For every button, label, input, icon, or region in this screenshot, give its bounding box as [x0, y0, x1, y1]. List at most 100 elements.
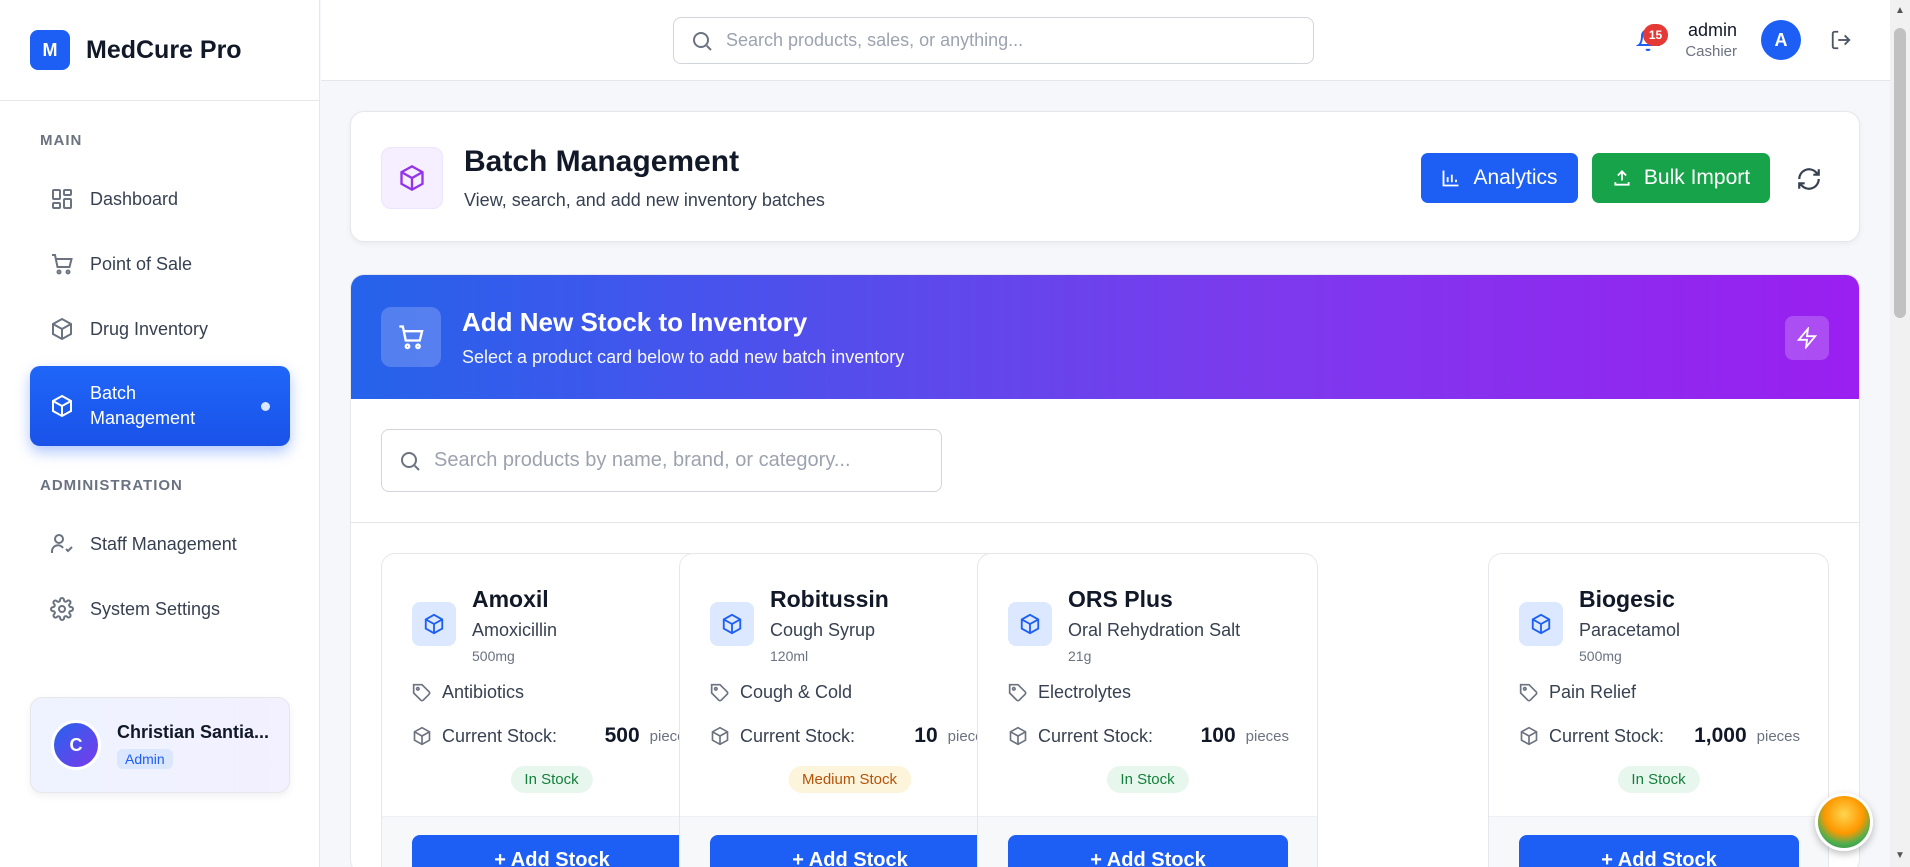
stock-unit: pieces: [1245, 727, 1289, 745]
card-footer: + Add Stock: [680, 816, 1019, 867]
product-card-robitussin[interactable]: Robitussin Cough Syrup 120ml Cough & Col…: [679, 553, 1020, 867]
current-stock-label: Current Stock:: [1549, 725, 1665, 746]
product-category-label: Cough & Cold: [740, 682, 853, 702]
top-user-name: admin: [1687, 20, 1737, 40]
sidebar-item-point-of-sale[interactable]: Point of Sale: [30, 234, 290, 294]
tag-icon: [710, 683, 729, 701]
bar-chart-icon: [1443, 170, 1459, 187]
status-badge: In Stock: [1106, 766, 1189, 793]
notification-badge: 15: [1643, 24, 1668, 46]
user-check-icon: [51, 534, 73, 553]
product-search-placeholder: Search products by name, brand, or categ…: [434, 449, 851, 471]
scrollbar[interactable]: ▲ ▼: [1890, 0, 1910, 867]
box-icon: [1519, 602, 1563, 646]
stock-value: 1,000: [1694, 724, 1747, 747]
search-icon: [401, 451, 420, 471]
product-name: ORS Plus: [1068, 586, 1173, 612]
scroll-down-arrow[interactable]: ▼: [1894, 851, 1906, 861]
product-generic: Oral Rehydration Salt: [1068, 620, 1241, 640]
analytics-label: Analytics: [1473, 166, 1558, 189]
analytics-button[interactable]: Analytics: [1421, 153, 1578, 203]
product-category: Antibiotics: [412, 682, 524, 703]
topbar: Search products, sales, or anything... 1…: [321, 0, 1890, 81]
product-card-biogesic[interactable]: Biogesic Paracetamol 500mg Pain Relief C…: [1488, 553, 1829, 867]
add-stock-banner: Add New Stock to Inventory Select a prod…: [351, 275, 1859, 399]
sidebar-item-label: Point of Sale: [90, 253, 193, 274]
box-icon: [52, 317, 72, 341]
product-category-label: Pain Relief: [1549, 682, 1637, 702]
bulk-import-button[interactable]: Bulk Import: [1592, 153, 1770, 203]
sidebar-user-card[interactable]: C Christian Santia... Admin: [30, 697, 290, 793]
status-badge: In Stock: [1617, 766, 1700, 793]
sidebar: M MedCure Pro MAIN Dashboard Point of Sa…: [0, 0, 320, 867]
global-search-input[interactable]: Search products, sales, or anything...: [673, 17, 1314, 64]
current-stock-label: Current Stock:: [442, 725, 558, 746]
sidebar-item-batch-management[interactable]: Batch Management: [30, 366, 290, 446]
product-strength: 500mg: [472, 648, 515, 664]
product-search-input[interactable]: Search products by name, brand, or categ…: [381, 429, 942, 492]
refresh-icon[interactable]: [1796, 166, 1822, 192]
product-name: Amoxil: [472, 586, 549, 612]
product-card-ors-plus[interactable]: ORS Plus Oral Rehydration Salt 21g Elect…: [977, 553, 1318, 867]
product-card-amoxil[interactable]: Amoxil Amoxicillin 500mg Antibiotics Cur…: [381, 553, 722, 867]
search-placeholder: Search products, sales, or anything...: [726, 30, 1024, 50]
sidebar-item-label: Batch Management: [90, 383, 196, 428]
search-icon: [693, 31, 712, 51]
sidebar-item-label: Drug Inventory: [90, 318, 209, 339]
stock-value: 100: [1200, 724, 1236, 747]
top-user-role: Cashier: [1685, 43, 1737, 60]
status-badge: In Stock: [510, 766, 593, 793]
sidebar-item-system-settings[interactable]: System Settings: [30, 579, 290, 639]
cart-icon: [381, 307, 441, 367]
brand[interactable]: M MedCure Pro: [0, 0, 319, 101]
current-stock-label: Current Stock:: [1038, 725, 1154, 746]
card-footer: + Add Stock: [978, 816, 1317, 867]
box-icon: [1009, 726, 1027, 746]
product-stock: Current Stock: 10 pieces: [710, 724, 991, 748]
avatar: C: [51, 720, 101, 770]
add-stock-panel: Add New Stock to Inventory Select a prod…: [350, 274, 1860, 867]
add-stock-subtitle: Select a product card below to add new b…: [462, 347, 905, 367]
product-name: Robitussin: [770, 586, 889, 612]
scroll-up-arrow[interactable]: ▲: [1894, 6, 1906, 16]
box-icon: [1008, 602, 1052, 646]
box-icon: [381, 147, 443, 209]
sidebar-item-label: System Settings: [90, 598, 221, 619]
logout-icon[interactable]: [1830, 29, 1852, 51]
product-category: Pain Relief: [1519, 682, 1636, 703]
brand-name: MedCure Pro: [86, 35, 242, 64]
add-stock-button[interactable]: + Add Stock: [1008, 835, 1288, 867]
lightning-icon[interactable]: [1785, 316, 1829, 360]
sidebar-item-staff-management[interactable]: Staff Management: [30, 514, 290, 574]
cart-icon: [52, 254, 73, 275]
product-stock: Current Stock: 100 pieces: [1008, 724, 1289, 748]
page-subtitle: View, search, and add new inventory batc…: [464, 190, 825, 210]
product-generic: Paracetamol: [1579, 620, 1681, 640]
product-generic: Cough Syrup: [770, 620, 876, 640]
divider: [351, 522, 1859, 523]
section-title-administration: ADMINISTRATION: [40, 477, 183, 494]
scroll-thumb[interactable]: [1894, 28, 1906, 318]
box-icon: [412, 602, 456, 646]
tag-icon: [1519, 683, 1538, 701]
user-role-badge: Admin: [117, 748, 173, 769]
tag-icon: [412, 683, 431, 701]
add-stock-button[interactable]: + Add Stock: [1519, 835, 1799, 867]
add-stock-button[interactable]: + Add Stock: [412, 835, 692, 867]
active-indicator: [261, 402, 270, 411]
avatar[interactable]: A: [1761, 20, 1801, 60]
stock-unit: pieces: [1756, 727, 1800, 745]
sidebar-item-drug-inventory[interactable]: Drug Inventory: [30, 299, 290, 359]
box-icon: [52, 394, 72, 418]
sidebar-item-dashboard[interactable]: Dashboard: [30, 169, 290, 229]
top-user-info: admin Cashier: [1685, 20, 1737, 60]
page-header-card: Batch Management View, search, and add n…: [350, 111, 1860, 242]
floating-assistant-button[interactable]: [1815, 793, 1873, 851]
product-generic: Amoxicillin: [472, 620, 558, 640]
add-stock-button[interactable]: + Add Stock: [710, 835, 990, 867]
product-category: Cough & Cold: [710, 682, 852, 703]
card-footer: + Add Stock: [382, 816, 721, 867]
gear-icon: [50, 597, 74, 621]
product-stock: Current Stock: 1,000 pieces: [1519, 724, 1800, 748]
box-icon: [710, 602, 754, 646]
